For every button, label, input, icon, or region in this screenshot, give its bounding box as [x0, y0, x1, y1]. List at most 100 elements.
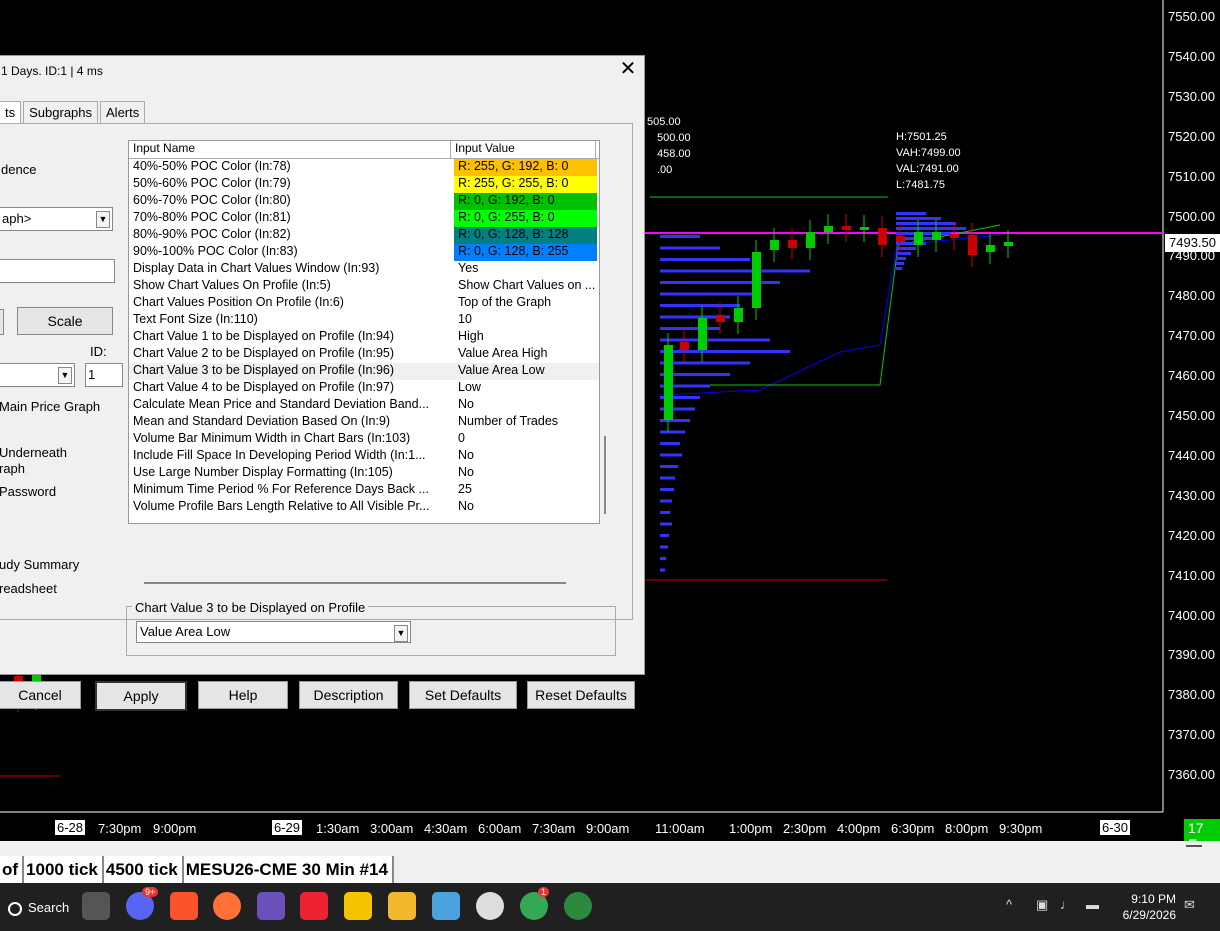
input-value[interactable]: No: [454, 397, 597, 414]
close-icon[interactable]: ✕: [617, 58, 639, 80]
input-value[interactable]: 0: [454, 431, 597, 448]
chart-tab[interactable]: 1000 tick: [24, 856, 104, 884]
price-tick-label: 7390.00: [1168, 647, 1215, 663]
input-value[interactable]: No: [454, 448, 597, 465]
vpn-icon[interactable]: [257, 892, 285, 920]
grid-row[interactable]: Chart Value 2 to be Displayed on Profile…: [129, 346, 599, 363]
grid-row[interactable]: Chart Value 3 to be Displayed on Profile…: [129, 363, 599, 380]
grid-row[interactable]: 50%-60% POC Color (In:79) R: 255, G: 255,…: [129, 176, 599, 193]
chart-tab-active[interactable]: MESU26-CME 30 Min #14: [184, 856, 394, 884]
input-value[interactable]: R: 255, G: 255, B: 0: [454, 176, 597, 193]
volume-icon[interactable]: ♩: [1060, 897, 1073, 912]
horizontal-scrollbar[interactable]: [144, 582, 566, 584]
tab-subgraphs[interactable]: Subgraphs: [23, 101, 99, 123]
input-value[interactable]: Number of Trades: [454, 414, 597, 431]
globe-icon[interactable]: [564, 892, 592, 920]
input-value[interactable]: Show Chart Values on ...: [454, 278, 597, 295]
grid-row[interactable]: Display Data in Chart Values Window (In:…: [129, 261, 599, 278]
grid-row[interactable]: Chart Values Position On Profile (In:6) T…: [129, 295, 599, 312]
notifications-icon[interactable]: ✉: [1184, 897, 1195, 913]
inputs-grid[interactable]: Input Name Input Value 40%-50% POC Color…: [128, 140, 600, 524]
input-value[interactable]: High: [454, 329, 597, 346]
grid-row[interactable]: Chart Value 4 to be Displayed on Profile…: [129, 380, 599, 397]
input-value[interactable]: R: 0, G: 192, B: 0: [454, 193, 597, 210]
apply-button[interactable]: Apply: [95, 681, 187, 711]
column-header[interactable]: Input Value: [451, 141, 596, 158]
input-value[interactable]: Value Area High: [454, 346, 597, 363]
input-value[interactable]: 10: [454, 312, 597, 329]
price-tick-label: 7470.00: [1168, 328, 1215, 344]
id-field[interactable]: 1: [85, 363, 123, 387]
input-name: Use Large Number Display Formatting (In:…: [133, 465, 393, 479]
input-value[interactable]: Value Area Low: [454, 363, 597, 380]
input-value[interactable]: R: 0, G: 255, B: 0: [454, 210, 597, 227]
network-icon[interactable]: ▣: [1036, 897, 1048, 913]
input-value[interactable]: R: 255, G: 192, B: 0: [454, 159, 597, 176]
candle-body: [950, 234, 959, 238]
battery-icon[interactable]: ▬: [1086, 897, 1099, 912]
input-value[interactable]: No: [454, 465, 597, 482]
input-value[interactable]: R: 0, G: 128, B: 128: [454, 227, 597, 244]
description-button[interactable]: Description: [299, 681, 398, 709]
input-value[interactable]: Top of the Graph: [454, 295, 597, 312]
grid-row[interactable]: Minimum Time Period % For Reference Days…: [129, 482, 599, 499]
grid-row[interactable]: Chart Value 1 to be Displayed on Profile…: [129, 329, 599, 346]
grid-row[interactable]: 70%-80% POC Color (In:81) R: 0, G: 255, B…: [129, 210, 599, 227]
grid-row[interactable]: Mean and Standard Deviation Based On (In…: [129, 414, 599, 431]
file-explorer-icon[interactable]: [388, 892, 416, 920]
grid-row[interactable]: 90%-100% POC Color (In:83) R: 0, G: 128, …: [129, 244, 599, 261]
sticky-notes-icon[interactable]: [344, 892, 372, 920]
chevron-down-icon[interactable]: ▼: [96, 211, 110, 228]
minimize-dash-icon[interactable]: [1186, 845, 1202, 847]
value-select[interactable]: Value Area Low ▼: [136, 621, 411, 643]
button-fragment[interactable]: [0, 309, 4, 335]
taskbar-search[interactable]: Search: [8, 900, 69, 916]
set-defaults-button[interactable]: Set Defaults: [409, 681, 517, 709]
graph-select[interactable]: aph> ▼: [0, 207, 113, 231]
text-field[interactable]: [0, 259, 115, 283]
input-value[interactable]: Yes: [454, 261, 597, 278]
firefox-icon[interactable]: [213, 892, 241, 920]
discord-icon[interactable]: 9+: [126, 887, 159, 920]
input-value[interactable]: 25: [454, 482, 597, 499]
tab-alerts[interactable]: Alerts: [100, 101, 146, 123]
cancel-button[interactable]: Cancel: [0, 681, 81, 709]
chevron-up-icon[interactable]: ^: [1006, 897, 1012, 912]
taskbar-clock[interactable]: 9:10 PM 6/29/2026: [1114, 891, 1176, 923]
chrome-icon[interactable]: 1: [520, 887, 550, 920]
grid-row[interactable]: Show Chart Values On Profile (In:5) Show …: [129, 278, 599, 295]
input-value[interactable]: R: 0, G: 128, B: 255: [454, 244, 597, 261]
help-button[interactable]: Help: [198, 681, 288, 709]
scale-button[interactable]: Scale: [17, 307, 113, 335]
grid-row[interactable]: Volume Profile Bars Length Relative to A…: [129, 499, 599, 516]
input-value[interactable]: Low: [454, 380, 597, 397]
ninjatrader-icon[interactable]: [300, 892, 328, 920]
volume-profile-bar: [660, 522, 672, 526]
input-value[interactable]: No: [454, 499, 597, 516]
grid-row[interactable]: Calculate Mean Price and Standard Deviat…: [129, 397, 599, 414]
chart-tab[interactable]: 4500 tick: [104, 856, 184, 884]
grid-row[interactable]: Text Font Size (In:110) 10: [129, 312, 599, 329]
dialog-tabs: ts Subgraphs Alerts: [0, 101, 147, 123]
input-name: Chart Value 1 to be Displayed on Profile…: [133, 329, 395, 343]
chevron-down-icon[interactable]: ▼: [394, 625, 408, 642]
volume-profile-bar: [660, 350, 790, 353]
volume-profile-bar: [660, 442, 680, 445]
notepad-icon[interactable]: [432, 892, 460, 920]
tab-settings[interactable]: ts: [0, 101, 22, 123]
task-view-icon[interactable]: [82, 892, 110, 920]
grid-row[interactable]: 80%-90% POC Color (In:82) R: 0, G: 128, B…: [129, 227, 599, 244]
grid-row[interactable]: Include Fill Space In Developing Period …: [129, 448, 599, 465]
brave-icon[interactable]: [170, 892, 198, 920]
grid-row[interactable]: Use Large Number Display Formatting (In:…: [129, 465, 599, 482]
grid-row[interactable]: Volume Bar Minimum Width in Chart Bars (…: [129, 431, 599, 448]
study-select[interactable]: ▼: [0, 363, 75, 387]
chevron-down-icon[interactable]: ▼: [58, 367, 72, 384]
grid-row[interactable]: 40%-50% POC Color (In:78) R: 255, G: 192,…: [129, 159, 599, 176]
column-header[interactable]: Input Name: [129, 141, 451, 158]
clock-icon[interactable]: [476, 892, 504, 920]
vertical-scrollbar[interactable]: [604, 436, 606, 514]
grid-row[interactable]: 60%-70% POC Color (In:80) R: 0, G: 192, B…: [129, 193, 599, 210]
reset-defaults-button[interactable]: Reset Defaults: [527, 681, 635, 709]
chart-tab[interactable]: of: [0, 856, 25, 884]
